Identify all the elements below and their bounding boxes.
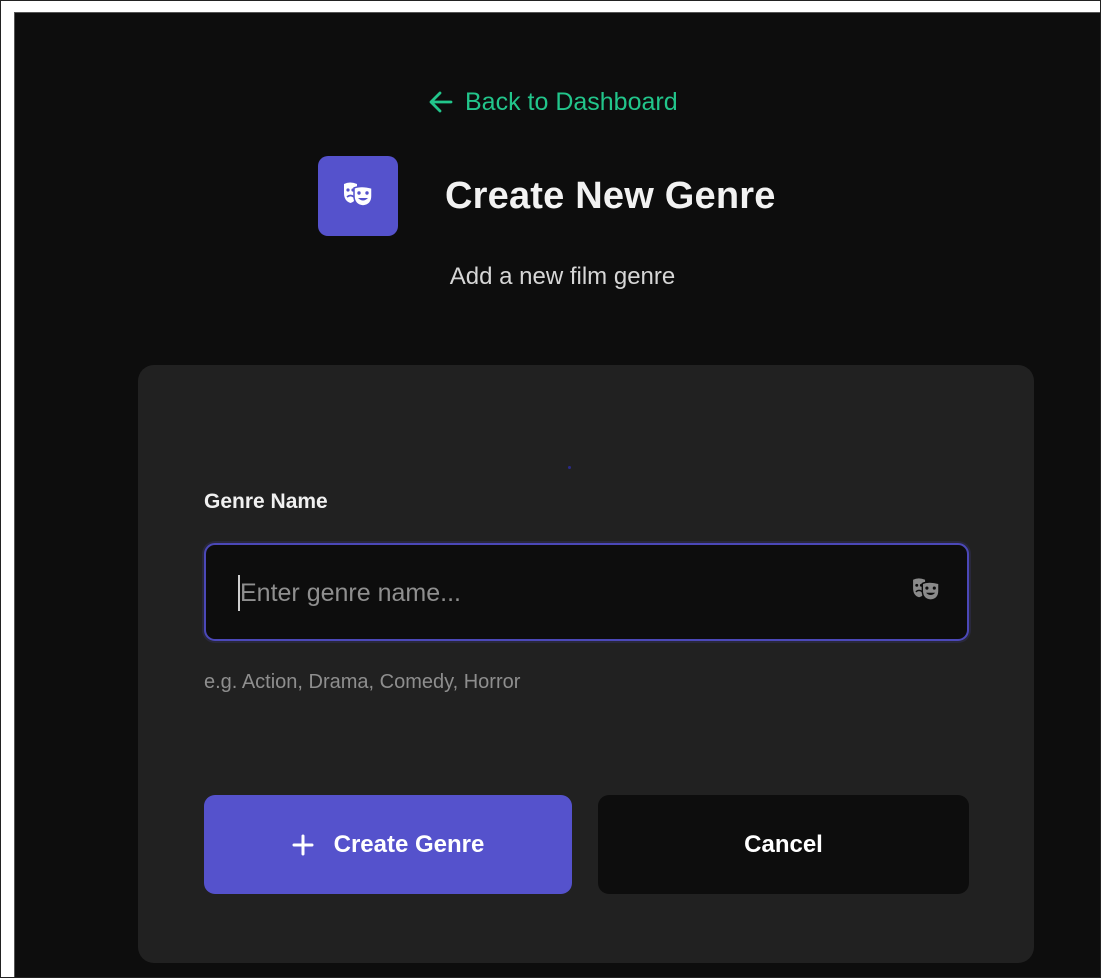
app-window: Back to Dashboard Create New Genre Add a…	[0, 0, 1101, 978]
back-to-dashboard-link[interactable]: Back to Dashboard	[429, 85, 678, 119]
page-subtitle: Add a new film genre	[449, 263, 676, 290]
cancel-button-label: Cancel	[744, 830, 823, 858]
genre-name-label: Genre Name	[204, 490, 328, 513]
genre-form-card: Genre Name e.g.	[138, 365, 1034, 963]
decorative-dot	[568, 466, 571, 469]
page: Back to Dashboard Create New Genre Add a…	[14, 12, 1101, 978]
genre-name-field	[204, 543, 969, 641]
genre-name-input[interactable]	[238, 569, 882, 617]
page-header: Create New Genre	[318, 156, 776, 236]
create-genre-button-label: Create Genre	[333, 830, 485, 858]
genre-name-hint: e.g. Action, Drama, Comedy, Horror	[204, 671, 521, 693]
plus-icon	[292, 828, 314, 862]
arrow-left-icon	[429, 91, 453, 113]
genre-logo	[318, 156, 398, 236]
theater-masks-icon	[342, 181, 374, 212]
back-link-label: Back to Dashboard	[465, 87, 678, 116]
cancel-button[interactable]: Cancel	[598, 795, 969, 894]
theater-masks-icon	[911, 577, 941, 606]
text-caret	[238, 575, 240, 611]
page-title: Create New Genre	[445, 174, 776, 217]
create-genre-button[interactable]: Create Genre	[204, 795, 572, 894]
